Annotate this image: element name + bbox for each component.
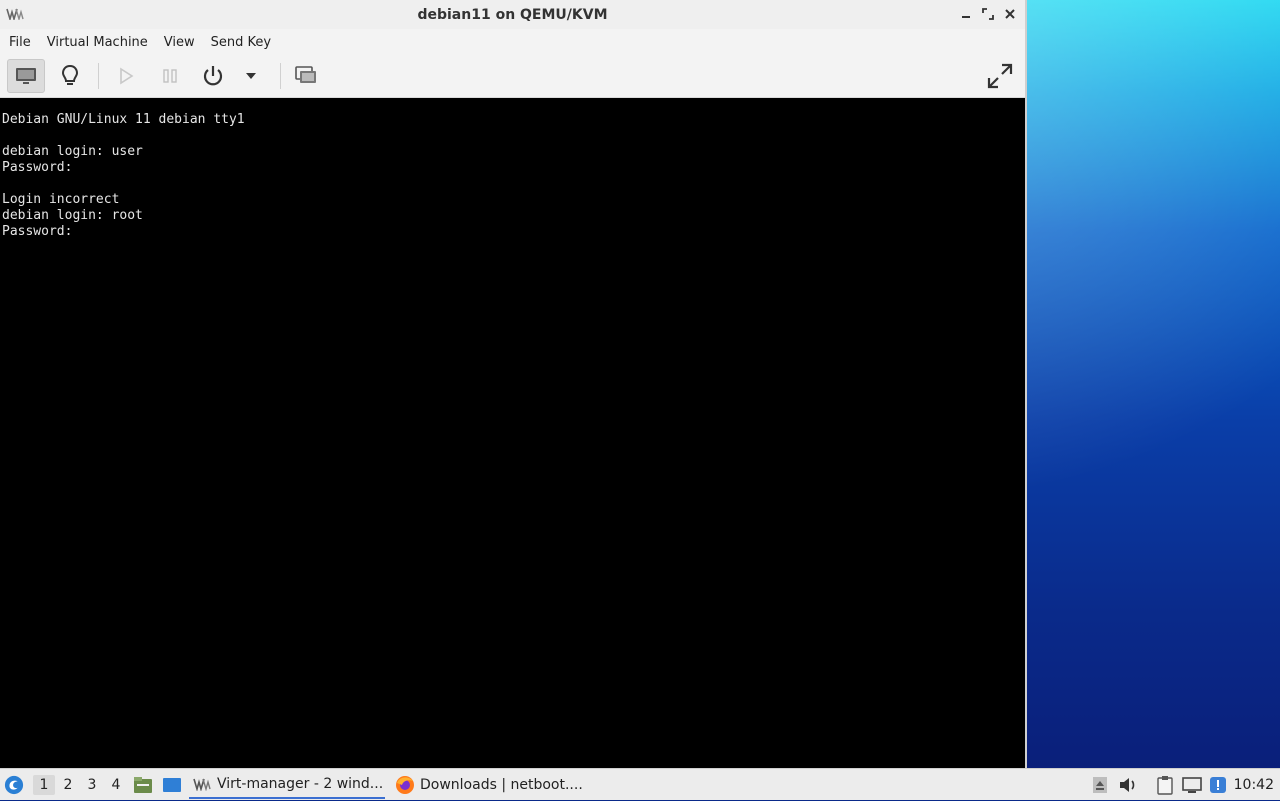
workspace-1[interactable]: 1 [33, 775, 55, 795]
menu-file[interactable]: File [0, 35, 38, 50]
task-firefox[interactable]: Downloads | netboot.... [392, 771, 592, 799]
lightbulb-icon [61, 64, 79, 85]
screenshot-icon [295, 66, 316, 83]
power-icon [203, 66, 223, 86]
show-console-button[interactable] [7, 59, 45, 93]
file-manager-icon [134, 777, 152, 793]
maximize-icon [982, 8, 994, 20]
window-title: debian11 on QEMU/KVM [417, 6, 608, 23]
taskbar: 1 2 3 4 Virt-manager - 2 wind... Downloa… [0, 768, 1280, 800]
pause-button[interactable] [151, 59, 189, 93]
maximize-button[interactable] [979, 5, 997, 23]
update-notifier-icon [1210, 777, 1226, 793]
file-manager-launcher[interactable] [133, 775, 153, 795]
console-line: debian login: user [2, 144, 143, 159]
vm-console[interactable]: Debian GNU/Linux 11 debian tty1 debian l… [0, 98, 1025, 768]
lxqt-menu-icon [4, 775, 24, 795]
workspace-4[interactable]: 4 [105, 775, 127, 795]
shutdown-menu-button[interactable] [234, 59, 268, 93]
tray-volume[interactable] [1118, 775, 1138, 795]
fullscreen-button[interactable] [981, 59, 1019, 93]
minimize-icon [962, 16, 970, 18]
tray-clipboard[interactable] [1155, 775, 1175, 795]
console-line: Debian GNU/Linux 11 debian tty1 [2, 112, 245, 127]
start-menu-button[interactable] [4, 775, 24, 795]
menu-view[interactable]: View [155, 35, 202, 50]
console-line: Password: [2, 160, 73, 175]
menu-send-key[interactable]: Send Key [202, 35, 278, 50]
clock[interactable]: 10:42 [1234, 769, 1274, 801]
minimize-button[interactable] [957, 5, 975, 23]
firefox-icon [396, 776, 414, 794]
dropdown-arrow-icon [246, 73, 256, 79]
title-bar[interactable]: debian11 on QEMU/KVM [0, 0, 1025, 30]
console-line: debian login: root [2, 208, 143, 223]
virt-manager-logo-icon [6, 8, 24, 20]
tray-updates[interactable] [1208, 775, 1228, 795]
menu-virtual-machine[interactable]: Virtual Machine [38, 35, 155, 50]
screenshot-button[interactable] [287, 59, 325, 93]
close-icon [1005, 9, 1015, 19]
show-desktop-button[interactable] [162, 775, 182, 795]
workspace-2[interactable]: 2 [57, 775, 79, 795]
toolbar [0, 55, 1025, 98]
play-icon [120, 67, 134, 85]
console-line: Password: [2, 224, 73, 239]
clipboard-icon [1157, 776, 1173, 795]
shutdown-button[interactable] [194, 59, 232, 93]
task-label: Downloads | netboot.... [420, 777, 583, 793]
virt-manager-icon [193, 778, 211, 791]
fullscreen-icon [987, 63, 1013, 89]
eject-icon [1093, 777, 1107, 793]
run-button[interactable] [107, 59, 145, 93]
volume-icon [1120, 778, 1135, 792]
menu-bar: File Virtual Machine View Send Key [0, 29, 1025, 55]
workspace-3[interactable]: 3 [81, 775, 103, 795]
monitor-icon [16, 68, 36, 84]
show-details-button[interactable] [51, 59, 89, 93]
task-label: Virt-manager - 2 wind... [217, 776, 384, 792]
network-icon [1182, 777, 1202, 793]
pause-icon [163, 69, 177, 83]
close-button[interactable] [1001, 5, 1019, 23]
task-virt-manager[interactable]: Virt-manager - 2 wind... [189, 771, 385, 799]
console-line: Login incorrect [2, 192, 120, 207]
desktop-icon [163, 778, 181, 792]
tray-network[interactable] [1182, 775, 1202, 795]
tray-eject[interactable] [1090, 775, 1110, 795]
virt-viewer-window: debian11 on QEMU/KVM File Virtual Machin… [0, 0, 1027, 768]
